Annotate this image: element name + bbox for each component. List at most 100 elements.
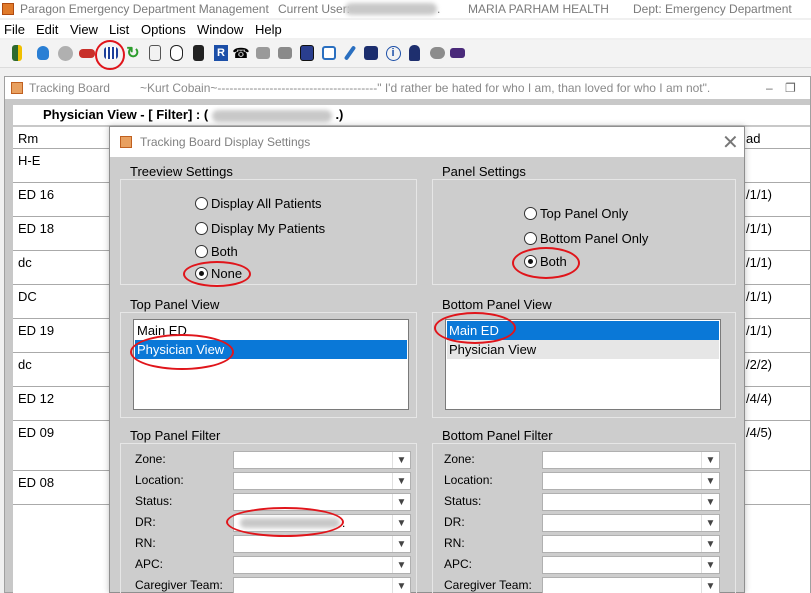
bottom-dr-select[interactable]: ▼ — [542, 514, 720, 532]
top-caregiver-team-label: Caregiver Team: — [135, 578, 223, 592]
list-item-physician-view[interactable]: Physician View — [135, 340, 407, 359]
car-icon[interactable] — [78, 44, 96, 62]
top-rn-select[interactable]: ▼ — [233, 535, 411, 553]
top-status-label: Status: — [135, 494, 173, 508]
physician-view-label-end: .) — [335, 107, 344, 122]
radio-top-panel-only[interactable]: Top Panel Only — [524, 206, 628, 221]
chevron-down-icon: ▼ — [392, 557, 410, 573]
minimize-button[interactable]: – — [766, 77, 773, 99]
person-tag-icon[interactable] — [146, 44, 164, 62]
top-location-select[interactable]: ▼ — [233, 472, 411, 490]
bottom-apc-select[interactable]: ▼ — [542, 556, 720, 574]
bottom-status-select[interactable]: ▼ — [542, 493, 720, 511]
tracking-board-title: Tracking Board — [29, 81, 110, 95]
chevron-down-icon: ▼ — [392, 536, 410, 552]
display-settings-dialog: Tracking Board Display Settings ✕ Treevi… — [109, 126, 745, 593]
refresh-icon[interactable]: ↻ — [124, 44, 142, 62]
menu-help[interactable]: Help — [255, 22, 282, 37]
top-apc-select[interactable]: ▼ — [233, 556, 411, 574]
tracking-board-quote: ~Kurt Cobain~---------------------------… — [140, 81, 711, 95]
bed-icon[interactable] — [448, 44, 466, 62]
info-icon[interactable]: i — [384, 44, 402, 62]
chat-icon[interactable] — [428, 44, 446, 62]
facility-name: MARIA PARHAM HEALTH — [468, 2, 609, 16]
top-rn-label: RN: — [135, 536, 156, 550]
radio-treeview-none[interactable]: None — [195, 266, 242, 281]
top-dr-select[interactable]: . ▼ — [233, 514, 411, 532]
radio-display-my-patients[interactable]: Display My Patients — [195, 221, 325, 236]
menu-edit[interactable]: Edit — [36, 22, 58, 37]
bottom-zone-select[interactable]: ▼ — [542, 451, 720, 469]
bottom-rn-select[interactable]: ▼ — [542, 535, 720, 553]
list-item-physician-view[interactable]: Physician View — [447, 340, 719, 359]
menu-list[interactable]: List — [109, 22, 129, 37]
bottom-caregiver-team-label: Caregiver Team: — [444, 578, 532, 592]
top-panel-view-list[interactable]: Main ED Physician View — [133, 319, 409, 410]
list-item-main-ed[interactable]: Main ED — [447, 321, 719, 340]
chevron-down-icon: ▼ — [392, 473, 410, 489]
chevron-down-icon: ▼ — [392, 515, 410, 531]
app-title-bar: Paragon Emergency Department Management … — [0, 0, 811, 18]
list-item-main-ed[interactable]: Main ED — [135, 321, 407, 340]
exit-icon[interactable] — [8, 44, 26, 62]
doctor-icon[interactable] — [405, 44, 423, 62]
close-button[interactable]: ✕ — [722, 130, 739, 155]
hand-icon[interactable] — [254, 44, 272, 62]
r-icon[interactable]: R — [212, 44, 230, 62]
top-caregiver-team-select[interactable]: ▼ — [233, 577, 411, 593]
radio-treeview-both[interactable]: Both — [195, 244, 238, 259]
bottom-rn-label: RN: — [444, 536, 465, 550]
col-rm[interactable]: Rm — [18, 131, 38, 146]
radio-panel-both[interactable]: Both — [524, 254, 567, 269]
menu-window[interactable]: Window — [197, 22, 243, 37]
radio-bottom-panel-only[interactable]: Bottom Panel Only — [524, 231, 648, 246]
bottom-location-select[interactable]: ▼ — [542, 472, 720, 490]
chevron-down-icon: ▼ — [392, 452, 410, 468]
app-logo-icon — [2, 3, 14, 15]
id-badge-icon[interactable] — [362, 44, 380, 62]
radio-display-all-patients[interactable]: Display All Patients — [195, 196, 322, 211]
face-icon[interactable] — [167, 44, 185, 62]
bottom-panel-filter-label: Bottom Panel Filter — [440, 428, 555, 443]
top-zone-label: Zone: — [135, 452, 166, 466]
hands-icon[interactable] — [276, 44, 294, 62]
menu-options[interactable]: Options — [141, 22, 186, 37]
redacted-filter — [211, 109, 332, 122]
id-card-icon[interactable] — [189, 44, 207, 62]
chevron-down-icon: ▼ — [701, 515, 719, 531]
restore-button[interactable]: ❐ — [785, 77, 796, 99]
top-status-select[interactable]: ▼ — [233, 493, 411, 511]
bottom-dr-label: DR: — [444, 515, 465, 529]
chevron-down-icon: ▼ — [392, 578, 410, 593]
bottom-zone-label: Zone: — [444, 452, 475, 466]
top-panel-filter-label: Top Panel Filter — [128, 428, 223, 443]
physician-view-label: Physician View - [ Filter] : ( — [43, 107, 209, 122]
col-end[interactable]: ad — [746, 131, 760, 146]
chevron-down-icon: ▼ — [701, 473, 719, 489]
book-icon[interactable] — [298, 44, 316, 62]
phone-icon[interactable]: ☎ — [232, 44, 250, 62]
walking-icon[interactable] — [56, 44, 74, 62]
menu-view[interactable]: View — [70, 22, 98, 37]
physician-view-header: Physician View - [ Filter] : ( .) — [13, 105, 810, 125]
menu-file[interactable]: File — [4, 22, 25, 37]
panel-settings-label: Panel Settings — [440, 164, 528, 179]
edit-icon[interactable] — [320, 44, 338, 62]
chevron-down-icon: ▼ — [701, 452, 719, 468]
chevron-down-icon: ▼ — [701, 578, 719, 593]
dialog-title: Tracking Board Display Settings — [140, 135, 311, 149]
top-apc-label: APC: — [135, 557, 164, 571]
bottom-status-label: Status: — [444, 494, 482, 508]
top-zone-select[interactable]: ▼ — [233, 451, 411, 469]
bottom-apc-label: APC: — [444, 557, 473, 571]
bottom-panel-view-list[interactable]: Main ED Physician View — [445, 319, 721, 410]
pen-icon[interactable] — [341, 44, 359, 62]
chevron-down-icon: ▼ — [701, 557, 719, 573]
grid-icon[interactable] — [102, 44, 120, 62]
treeview-settings-label: Treeview Settings — [128, 164, 235, 179]
bottle-icon[interactable] — [34, 44, 52, 62]
bottom-caregiver-team-select[interactable]: ▼ — [542, 577, 720, 593]
chevron-down-icon: ▼ — [392, 494, 410, 510]
app-title: Paragon Emergency Department Management — [20, 2, 269, 16]
bottom-panel-view-label: Bottom Panel View — [440, 297, 554, 312]
